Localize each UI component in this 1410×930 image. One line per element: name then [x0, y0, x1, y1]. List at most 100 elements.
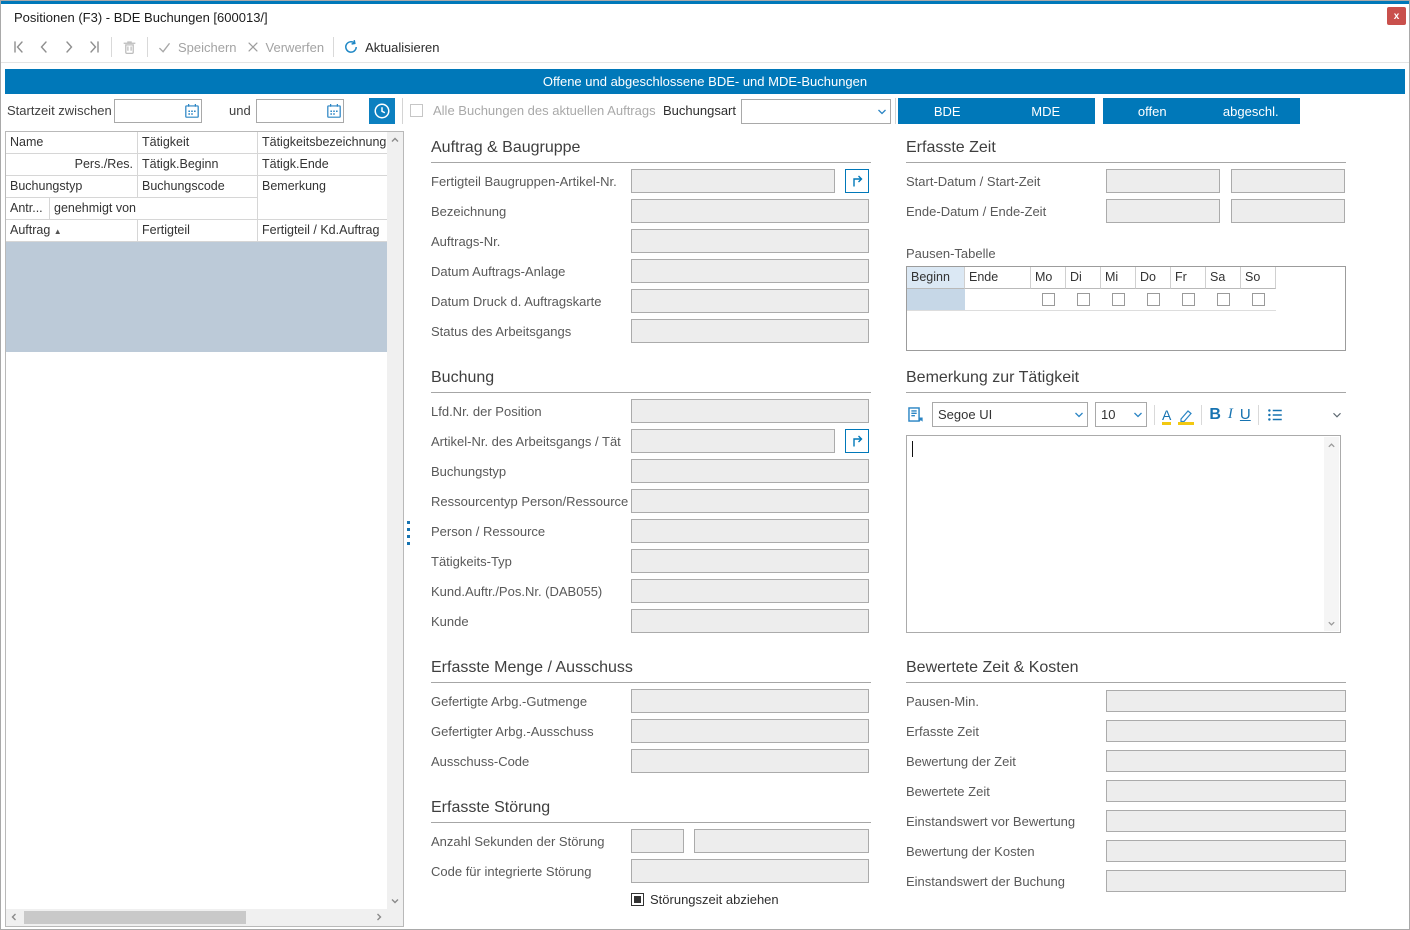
input-field[interactable] [632, 400, 868, 422]
input-field[interactable] [632, 750, 868, 772]
font-family-select[interactable]: Segoe UI [932, 402, 1088, 427]
pause-day-checkbox[interactable] [1077, 293, 1090, 306]
delete-button[interactable] [121, 39, 138, 56]
gutmenge-input[interactable] [631, 689, 869, 713]
kundauftr-posnr-input[interactable] [631, 579, 869, 603]
ende-datum-input[interactable] [1106, 199, 1220, 223]
pause-day-cell[interactable] [1101, 289, 1136, 311]
input-field[interactable] [1232, 170, 1344, 192]
calendar-icon[interactable] [325, 102, 343, 120]
close-button[interactable]: x [1387, 7, 1406, 25]
pause-day-cell[interactable] [1171, 289, 1206, 311]
column-header-genehmigt-von[interactable]: genehmigt von [50, 198, 258, 220]
column-header-taetigk-ende[interactable]: Tätigk.Ende [258, 154, 387, 176]
pause-day-cell[interactable] [1206, 289, 1241, 311]
start-date-field[interactable] [115, 100, 183, 122]
column-header-pers-res[interactable]: Pers./Res. [6, 154, 138, 176]
toolbar-overflow-button[interactable] [1330, 408, 1344, 422]
input-field[interactable] [632, 860, 868, 882]
lfdnr-position-input[interactable] [631, 399, 869, 423]
input-field[interactable] [632, 690, 868, 712]
bde-button[interactable]: BDE [898, 98, 997, 124]
input-field[interactable] [632, 830, 683, 852]
pause-day-cell[interactable] [1066, 289, 1101, 311]
scroll-left-button[interactable] [6, 909, 22, 925]
datum-auftrags-anlage-input[interactable] [631, 259, 869, 283]
column-header-auftrag[interactable]: Auftrag ▲ [6, 220, 138, 242]
scroll-up-button[interactable] [1324, 437, 1339, 453]
column-header-fertigteil[interactable]: Fertigteil [138, 220, 258, 242]
fertigteil-baugruppen-artikelnr-input[interactable] [631, 169, 835, 193]
bullet-list-button[interactable] [1266, 406, 1284, 424]
input-field[interactable] [632, 460, 868, 482]
pause-day-checkbox[interactable] [1217, 293, 1230, 306]
kunde-input[interactable] [631, 609, 869, 633]
stoerung-sekunden-input[interactable] [631, 829, 684, 853]
stoerungszeit-abziehen-checkbox[interactable] [631, 893, 644, 906]
input-field[interactable] [632, 580, 868, 602]
input-field[interactable] [1107, 691, 1345, 711]
pause-day-cell[interactable] [1031, 289, 1066, 311]
input-field[interactable] [632, 170, 834, 192]
start-zeit-input[interactable] [1231, 169, 1345, 193]
einstandswert-vor-bewertung-input[interactable] [1106, 810, 1346, 832]
start-date-input[interactable] [114, 99, 202, 123]
bemerkung-textarea[interactable] [906, 435, 1341, 633]
ausschuss-code-input[interactable] [631, 749, 869, 773]
pause-day-checkbox[interactable] [1252, 293, 1265, 306]
bewertete-zeit-input[interactable] [1106, 780, 1346, 802]
scroll-down-button[interactable] [1324, 615, 1339, 631]
refresh-button[interactable]: Aktualisieren [343, 39, 439, 55]
column-header-taetigkeit[interactable]: Tätigkeit [138, 132, 258, 154]
time-filter-button[interactable] [369, 98, 395, 124]
input-field[interactable] [1107, 871, 1345, 891]
highlight-button[interactable] [1178, 407, 1194, 423]
pause-ende-cell[interactable] [965, 289, 1031, 311]
abgeschl-button[interactable]: abgeschl. [1202, 98, 1301, 124]
buchungstyp-input[interactable] [631, 459, 869, 483]
end-date-field[interactable] [257, 100, 325, 122]
input-field[interactable] [695, 830, 868, 852]
input-field[interactable] [632, 290, 868, 312]
italic-button[interactable]: I [1228, 406, 1233, 423]
bezeichnung-input[interactable] [631, 199, 869, 223]
stoerung-code-input[interactable] [631, 859, 869, 883]
auftragsnr-input[interactable] [631, 229, 869, 253]
font-color-button[interactable]: A [1162, 407, 1171, 423]
nav-next-button[interactable] [61, 39, 77, 55]
input-field[interactable] [632, 610, 868, 632]
nav-first-button[interactable] [11, 39, 27, 55]
nav-prev-button[interactable] [36, 39, 52, 55]
font-size-select[interactable]: 10 [1095, 402, 1147, 427]
grid-horizontal-scrollbar[interactable] [6, 909, 387, 926]
input-field[interactable] [632, 230, 868, 252]
column-header-bemerkung[interactable]: Bemerkung [258, 176, 387, 220]
input-field[interactable] [632, 320, 868, 342]
scroll-up-button[interactable] [387, 132, 403, 148]
pause-day-checkbox[interactable] [1182, 293, 1195, 306]
scroll-right-button[interactable] [371, 909, 387, 925]
pause-day-cell[interactable] [1241, 289, 1276, 311]
scrollbar-thumb[interactable] [24, 911, 246, 924]
person-ressource-input[interactable] [631, 519, 869, 543]
start-datum-input[interactable] [1106, 169, 1220, 193]
goto-arbeitsgang-button[interactable] [845, 429, 869, 453]
offen-button[interactable]: offen [1103, 98, 1202, 124]
pause-day-cell[interactable] [1136, 289, 1171, 311]
grid-vertical-scrollbar[interactable] [387, 132, 403, 909]
column-header-name[interactable]: Name [6, 132, 138, 154]
input-field[interactable] [632, 260, 868, 282]
erfasste-zeit-input[interactable] [1106, 720, 1346, 742]
pausen-min-input[interactable] [1106, 690, 1346, 712]
stoerung-zeit-input[interactable] [694, 829, 869, 853]
all-bookings-checkbox[interactable] [410, 104, 423, 117]
end-date-input[interactable] [256, 99, 344, 123]
mde-button[interactable]: MDE [997, 98, 1096, 124]
ressourcentyp-input[interactable] [631, 489, 869, 513]
column-header-fertigteil-kdauftrag[interactable]: Fertigteil / Kd.Auftrag [258, 220, 387, 242]
input-field[interactable] [632, 200, 868, 222]
discard-button[interactable]: Verwerfen [246, 40, 325, 55]
splitter-handle[interactable] [407, 521, 411, 549]
input-field[interactable] [632, 550, 868, 572]
column-header-taetigkeitsbezeichnung[interactable]: Tätigkeitsbezeichnung [258, 132, 387, 154]
